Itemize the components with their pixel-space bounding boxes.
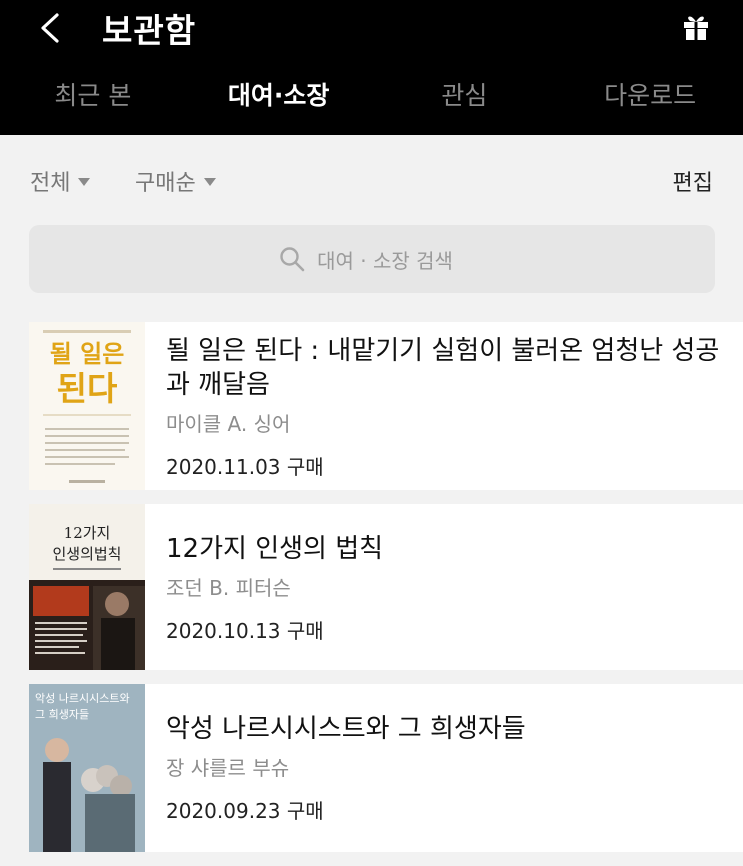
svg-text:된다: 된다 [57, 369, 118, 408]
svg-text:악성 나르시시스트와: 악성 나르시시스트와 [35, 692, 130, 705]
purchase-date: 2020.11.03 구매 [166, 455, 324, 479]
book-title: 12가지 인생의 법칙 [166, 534, 384, 564]
book-list: 될 일은 된다 될 일은 된다 : 내맡기기 실험이 불러온 엄청난 성공과 깨… [29, 322, 743, 866]
book-cover: 악성 나르시시스트와 그 희생자들 [29, 684, 145, 852]
book-author: 마이클 A. 싱어 [166, 412, 291, 436]
tab-bar: 최근 본 대여·소장 관심 다운로드 [0, 78, 743, 118]
purchase-date: 2020.09.23 구매 [166, 799, 324, 823]
book-cover: 12가지 인생의법칙 [29, 504, 145, 670]
tab-rental-owned[interactable]: 대여·소장 [186, 78, 372, 118]
page-title: 보관함 [102, 11, 197, 50]
book-author: 조던 B. 피터슨 [166, 576, 291, 600]
scope-filter-label: 전체 [30, 171, 71, 196]
book-info: 악성 나르시시스트와 그 희생자들 장 샤를르 부슈 2020.09.23 구매 [166, 712, 723, 824]
svg-text:12가지: 12가지 [64, 524, 111, 542]
app-header: 보관함 최근 본 대여·소장 관심 다운로드 [0, 0, 743, 135]
book-cover: 될 일은 된다 [29, 322, 145, 490]
book-item[interactable]: 12가지 인생의법칙 12가지 인생의 법칙 조던 B. 피터슨 2020.10… [29, 504, 743, 670]
search-placeholder: 대여 · 소장 검색 [317, 248, 453, 273]
book-item[interactable]: 악성 나르시시스트와 그 희생자들 악성 나르시시스트와 그 희생자들 장 샤를… [29, 684, 743, 852]
sort-filter-label: 구매순 [135, 171, 196, 196]
purchase-date: 2020.10.13 구매 [166, 619, 324, 643]
tab-interest[interactable]: 관심 [372, 78, 558, 118]
filter-bar: 전체 구매순 편집 [0, 135, 743, 223]
tab-recent[interactable]: 최근 본 [0, 78, 186, 118]
chevron-left-icon [41, 13, 59, 43]
gift-icon [684, 16, 708, 40]
sort-filter-dropdown[interactable]: 구매순 [135, 165, 216, 197]
scope-filter-dropdown[interactable]: 전체 [30, 165, 91, 197]
caret-down-icon [78, 178, 91, 186]
tab-download[interactable]: 다운로드 [557, 78, 743, 118]
search-bar[interactable]: 대여 · 소장 검색 [29, 225, 715, 293]
gift-button[interactable] [677, 7, 715, 45]
book-item[interactable]: 될 일은 된다 될 일은 된다 : 내맡기기 실험이 불러온 엄청난 성공과 깨… [29, 322, 743, 490]
svg-text:될 일은: 될 일은 [50, 340, 125, 368]
book-title: 될 일은 된다 : 내맡기기 실험이 불러온 엄청난 성공과 깨달음 [166, 336, 720, 400]
search-icon [280, 247, 305, 272]
book-author: 장 샤를르 부슈 [166, 756, 290, 780]
book-info: 12가지 인생의 법칙 조던 B. 피터슨 2020.10.13 구매 [166, 532, 723, 644]
edit-button[interactable]: 편집 [673, 165, 713, 197]
svg-text:그 희생자들: 그 희생자들 [35, 708, 89, 721]
svg-text:인생의법칙: 인생의법칙 [52, 545, 121, 563]
caret-down-icon [203, 178, 216, 186]
book-title: 악성 나르시시스트와 그 희생자들 [166, 714, 526, 744]
back-button[interactable] [30, 8, 70, 48]
book-info: 될 일은 된다 : 내맡기기 실험이 불러온 엄청난 성공과 깨달음 마이클 A… [166, 334, 723, 480]
